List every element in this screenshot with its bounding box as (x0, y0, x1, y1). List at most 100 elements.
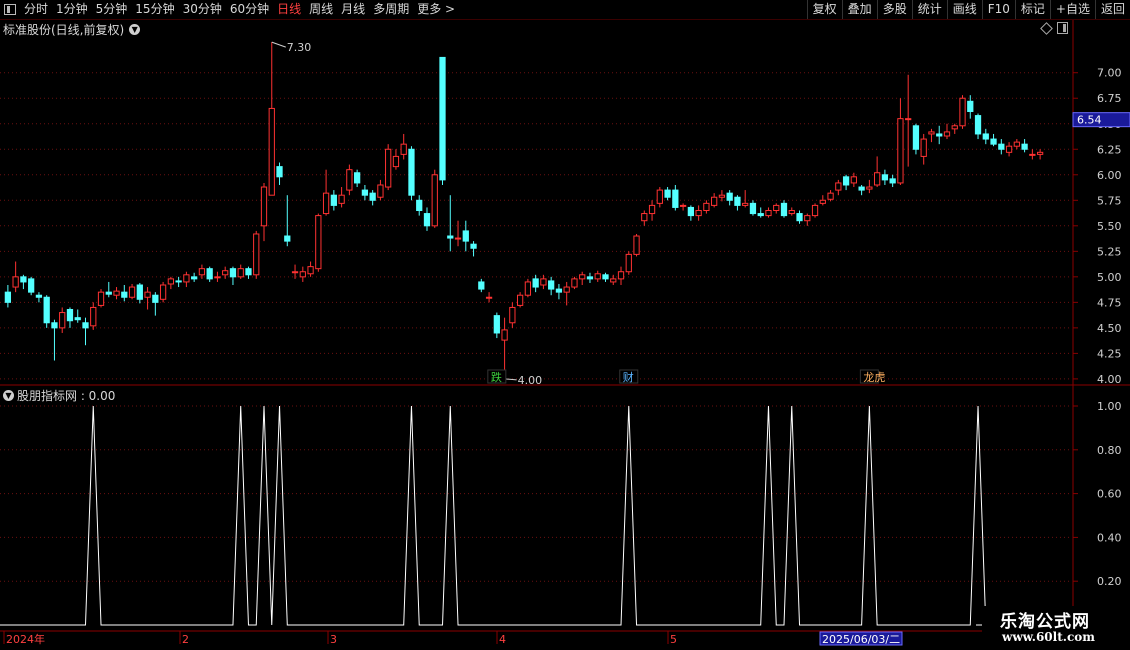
candle (695, 205, 702, 221)
candle-body (734, 196, 741, 206)
candle (633, 233, 640, 257)
candle-body (610, 278, 617, 283)
watermark-title: 乐淘公式网 (1000, 612, 1090, 632)
candle (121, 285, 128, 302)
candle (990, 133, 997, 147)
candle-body (447, 235, 454, 239)
indicator-line (0, 405, 1041, 626)
candle-body (1021, 143, 1028, 150)
candle-body (540, 278, 547, 286)
candle (1005, 142, 1013, 157)
candle-body (695, 210, 702, 217)
candle-body (90, 306, 97, 327)
candle (4, 285, 12, 308)
candle (214, 271, 221, 282)
candle (579, 271, 586, 286)
candle (423, 207, 431, 231)
price-tick-label: 4.50 (1097, 322, 1122, 335)
candle (245, 266, 252, 279)
candle-body (377, 184, 384, 198)
candle (12, 261, 19, 293)
candle (773, 203, 780, 214)
candle-body (602, 274, 609, 280)
candle-body (982, 133, 989, 140)
price-tick-label: 5.50 (1097, 220, 1122, 233)
date-label: 4 (499, 633, 506, 646)
candle-body (191, 276, 198, 280)
high-price-label: 7.30 (287, 41, 312, 54)
candle-body (167, 278, 174, 285)
candle (897, 98, 904, 185)
candle-body (28, 278, 35, 293)
candle (478, 278, 485, 293)
candle-body (346, 169, 353, 191)
candle-body (749, 202, 757, 215)
candle-body (51, 322, 58, 329)
candle (20, 274, 27, 290)
indicator-tick-label: 0.40 (1097, 531, 1122, 544)
candle-body (113, 290, 120, 296)
candle-body (633, 235, 640, 255)
candle (610, 274, 617, 286)
candle-body (928, 131, 935, 135)
candle (66, 307, 74, 328)
candle (540, 274, 547, 290)
candle-body (416, 199, 423, 211)
candle-body (998, 143, 1005, 150)
candle (470, 241, 477, 257)
candle (757, 207, 764, 218)
event-tag-label: 财 (623, 370, 634, 384)
candle-body (617, 271, 625, 280)
candle (330, 190, 337, 211)
candle (82, 317, 89, 346)
candle (159, 281, 167, 303)
candle (998, 139, 1005, 155)
candle (90, 302, 97, 330)
candle (617, 266, 625, 286)
candle (711, 193, 718, 208)
candle-body (338, 194, 345, 204)
candle (322, 169, 330, 216)
event-tag-label: 龙虎 (863, 371, 885, 384)
candle-body (1036, 151, 1044, 155)
candle (416, 195, 423, 216)
candle-body (136, 284, 143, 300)
date-label: 3 (330, 633, 337, 646)
candle-body (237, 268, 244, 278)
candle (268, 42, 275, 196)
candle (571, 276, 578, 290)
candle-body (330, 194, 337, 206)
price-tick-label: 6.00 (1097, 169, 1122, 182)
candle-body (563, 286, 570, 293)
candle (943, 123, 951, 140)
candle-body (159, 284, 167, 300)
candle-body (850, 176, 857, 184)
candle (206, 266, 213, 282)
candle-body (214, 276, 221, 279)
candle-body (485, 296, 493, 299)
candle-body (858, 186, 865, 191)
candle-body (664, 189, 671, 198)
candle (788, 207, 795, 216)
candle (462, 220, 469, 252)
candle (602, 272, 609, 282)
candle-body (1005, 145, 1013, 153)
candle (299, 266, 306, 282)
candle (284, 195, 291, 247)
kline-chart[interactable]: 7.006.756.506.256.005.755.505.255.004.75… (0, 0, 1130, 650)
candle (97, 289, 105, 308)
candle (51, 319, 58, 361)
candle (183, 271, 190, 288)
candle-body (555, 288, 563, 293)
candle (128, 283, 136, 300)
candle (586, 272, 594, 283)
candle-body (594, 273, 601, 280)
candle (385, 144, 392, 191)
candle-body (842, 176, 850, 186)
candle-body (780, 202, 788, 217)
indicator-tick-label: 1.00 (1097, 400, 1122, 413)
candle (377, 179, 384, 201)
candle-body (951, 125, 958, 130)
candle (912, 123, 920, 155)
candle (222, 266, 229, 279)
